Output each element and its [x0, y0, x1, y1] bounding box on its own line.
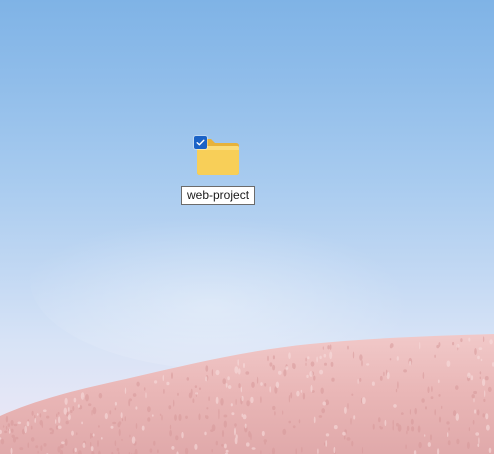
desktop-icon-folder[interactable]: web-project — [181, 134, 257, 206]
desktop-background[interactable]: web-project — [0, 0, 494, 454]
wallpaper-hill — [0, 190, 494, 454]
icon-label-rename-field[interactable]: web-project — [181, 186, 256, 205]
selection-checkbox-icon[interactable] — [194, 136, 207, 149]
